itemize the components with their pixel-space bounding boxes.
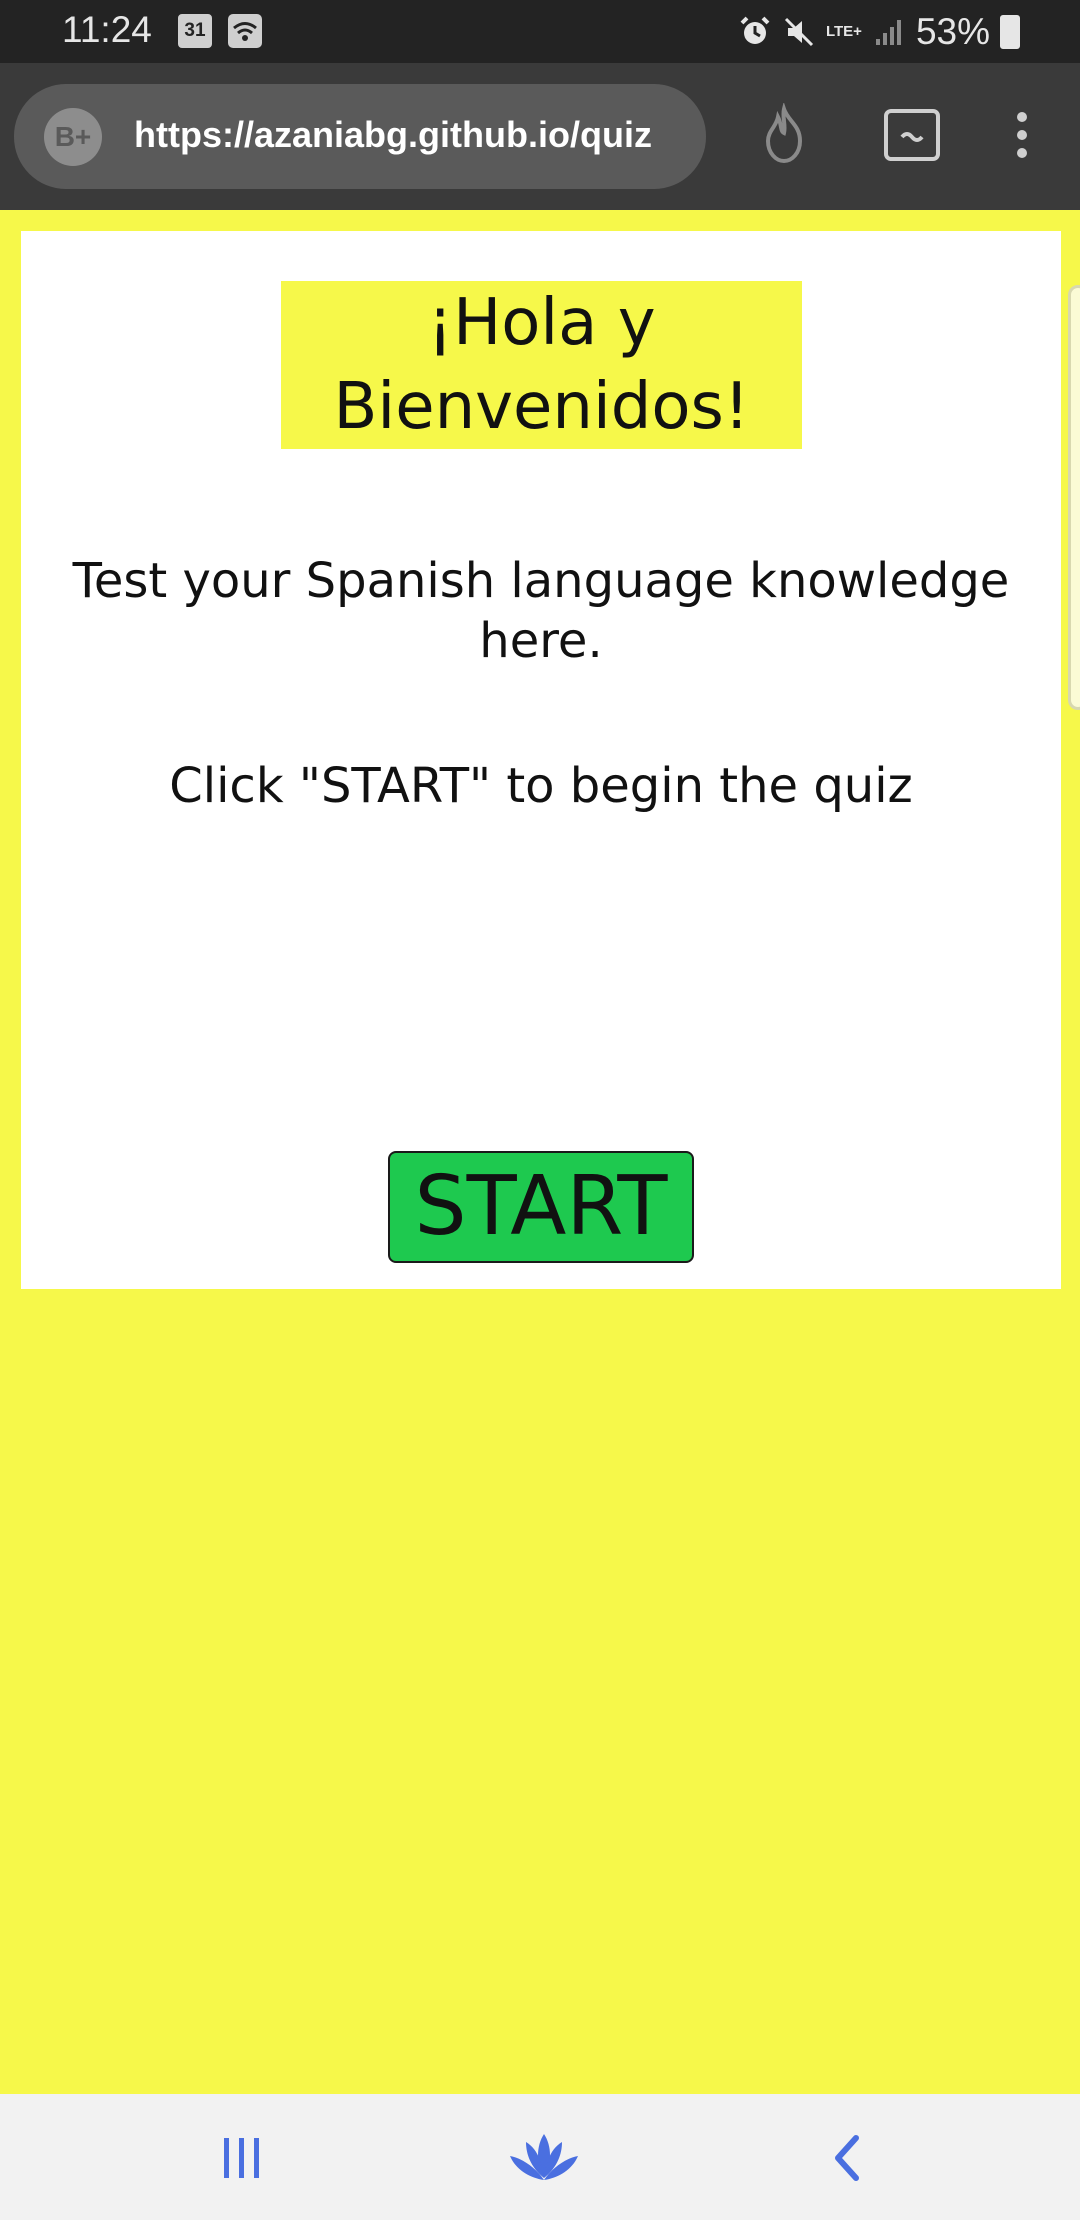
status-time: 11:24 <box>62 9 152 50</box>
system-nav-bar <box>0 2094 1080 2220</box>
back-icon[interactable] <box>820 2130 876 2186</box>
edge-panel-handle[interactable] <box>1068 285 1080 710</box>
more-menu-icon[interactable] <box>990 103 1054 167</box>
url-text[interactable]: https://azaniabg.github.io/quiz <box>134 114 690 156</box>
recent-apps-icon[interactable] <box>214 2130 270 2186</box>
welcome-title: ¡Hola y Bienvenidos! <box>281 281 802 449</box>
tab-switcher-icon[interactable] <box>880 103 944 167</box>
address-bar[interactable]: B+ https://azaniabg.github.io/quiz <box>14 84 706 189</box>
quiz-intro-card: ¡Hola y Bienvenidos! Test your Spanish l… <box>21 231 1061 1289</box>
status-bar: 11:24 31 LTE+ 53% <box>0 0 1080 63</box>
title-line-1: ¡Hola y <box>427 286 656 360</box>
start-button[interactable]: START <box>388 1151 694 1263</box>
network-type: LTE+ <box>825 23 862 40</box>
site-badge-icon[interactable]: B+ <box>44 108 102 166</box>
subtitle-text: Test your Spanish language knowledge her… <box>72 553 1010 669</box>
calendar-icon: 31 <box>178 14 212 48</box>
instruction-text: Click "START" to begin the quiz <box>169 758 913 814</box>
status-icons: LTE+ 53% <box>738 0 1020 63</box>
signal-icon <box>875 19 901 45</box>
wifi-icon <box>228 14 262 48</box>
title-line-2: Bienvenidos! <box>333 370 750 444</box>
browser-toolbar: B+ https://azaniabg.github.io/quiz <box>0 63 1080 210</box>
battery-icon <box>1000 14 1020 49</box>
alarm-icon <box>740 16 770 44</box>
flame-icon[interactable] <box>752 103 816 167</box>
mute-icon <box>784 17 814 46</box>
battery-percent: 53% <box>915 10 990 52</box>
home-lotus-icon[interactable] <box>504 2130 584 2186</box>
